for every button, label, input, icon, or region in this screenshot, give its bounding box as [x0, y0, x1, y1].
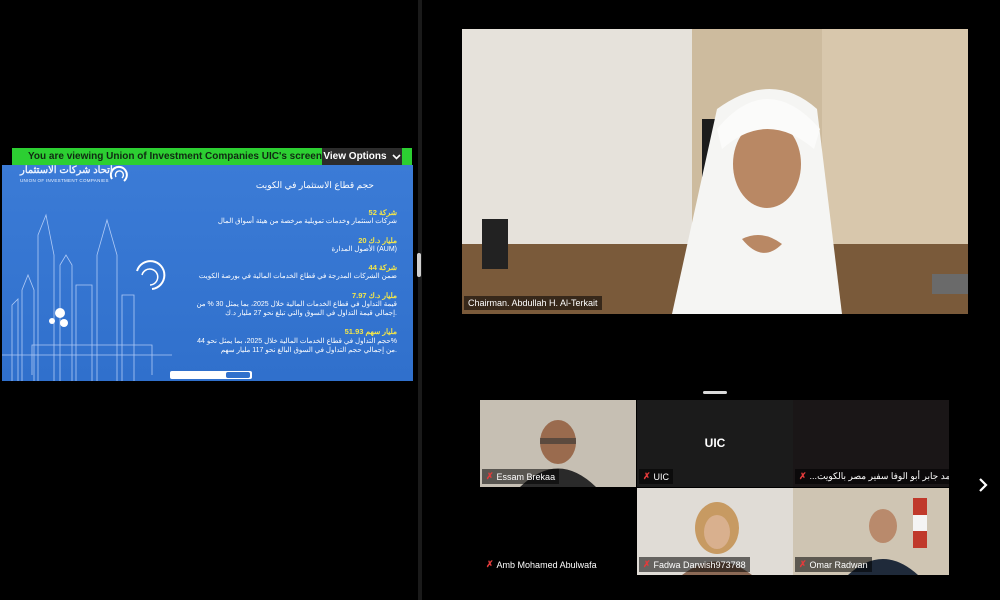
- participant-name-tag: ✗ Essam Brekaa: [482, 469, 560, 484]
- mic-muted-icon: ✗: [486, 471, 494, 481]
- next-page-button[interactable]: [978, 478, 988, 497]
- logo-arabic: اتحاد شركات الاستثمار: [20, 165, 113, 176]
- speaker-video-frame: [462, 29, 968, 314]
- logo-english: UNION OF INVESTMENT COMPANIES: [20, 178, 109, 183]
- participant-name-tag: ✗ Amb Mohamed Abulwafa: [482, 557, 601, 572]
- presentation-slide: اتحاد شركات الاستثمار UNION OF INVESTMEN…: [2, 165, 413, 381]
- stat-headline: 20 مليار د.ك: [358, 236, 397, 245]
- stat-headline: 52 شركة: [368, 208, 397, 217]
- participant-tile[interactable]: ✗ Fadwa Darwish973788: [637, 488, 793, 575]
- participant-tile[interactable]: ✗ Amb Mohamed Abulwafa: [480, 488, 636, 575]
- stat-headline: 51.93 مليار سهم: [344, 327, 397, 336]
- participant-name-tag: ✗ ...ير محمد جابر أبو الوفا سفير مصر بال…: [795, 469, 949, 484]
- active-speaker-video[interactable]: Chairman. Abdullah H. Al-Terkait: [462, 29, 968, 314]
- participant-name-tag: ✗ UIC: [639, 469, 674, 484]
- mic-muted-icon: ✗: [799, 471, 807, 481]
- stat-body: الأصول المدارة (AUM): [331, 246, 398, 253]
- kuwait-skyline-illustration: [2, 213, 172, 381]
- slide-toolbar-pill[interactable]: [170, 371, 252, 379]
- participant-name-tag: ✗ Omar Radwan: [795, 557, 872, 572]
- participant-name: Essam Brekaa: [496, 471, 556, 482]
- gallery-drag-handle[interactable]: [703, 391, 727, 394]
- view-options-label: View Options: [323, 151, 387, 162]
- participant-name: Omar Radwan: [809, 559, 868, 570]
- mic-muted-icon: ✗: [643, 559, 651, 569]
- mic-muted-icon: ✗: [643, 471, 651, 481]
- participant-tile[interactable]: ✗ Essam Brekaa: [480, 400, 636, 487]
- participant-initials: UIC: [704, 436, 726, 450]
- participant-name: Fadwa Darwish973788: [653, 559, 746, 570]
- stat-headline: 44 شركة: [368, 263, 397, 272]
- participant-name-tag: ✗ Fadwa Darwish973788: [639, 557, 750, 572]
- stat-body: إجمالي قيمة التداول في السوق والتي تبلغ …: [225, 310, 397, 317]
- stat-body: ضمن الشركات المدرجة في قطاع الخدمات الما…: [198, 273, 397, 280]
- stat-headline: 7.97 مليار د.ك: [351, 291, 397, 300]
- view-options-button[interactable]: View Options: [322, 148, 402, 165]
- participant-tile[interactable]: UIC ✗ UIC: [637, 400, 793, 487]
- participant-name: Amb Mohamed Abulwafa: [496, 559, 597, 570]
- speaker-name: Chairman. Abdullah H. Al-Terkait: [468, 298, 598, 308]
- participant-tile[interactable]: ✗ Omar Radwan: [793, 488, 949, 575]
- participant-tile[interactable]: ✗ ...ير محمد جابر أبو الوفا سفير مصر بال…: [793, 400, 949, 487]
- divider-drag-handle[interactable]: [417, 253, 421, 277]
- pane-divider[interactable]: [418, 0, 422, 600]
- chevron-down-icon: [392, 153, 401, 160]
- stat-body: حجم التداول في قطاع الخدمات المالية خلال…: [197, 338, 397, 345]
- stat-body: شركات استثمار وخدمات تمويلية مرخصة من هي…: [217, 218, 397, 225]
- participant-name: ...ير محمد جابر أبو الوفا سفير مصر بالكو…: [809, 471, 949, 481]
- mic-muted-icon: ✗: [799, 559, 807, 569]
- speaker-name-tag: Chairman. Abdullah H. Al-Terkait: [464, 296, 602, 310]
- stat-body: من إجمالي حجم التداول في السوق البالغ نح…: [220, 347, 397, 354]
- chevron-right-icon: [979, 478, 988, 492]
- viewing-banner-text: You are viewing Union of Investment Comp…: [28, 151, 322, 162]
- stat-body: قيمة التداول في قطاع الخدمات المالية خلا…: [196, 301, 397, 308]
- slide-title: حجم قطاع الاستثمار في الكويت: [255, 180, 374, 190]
- participant-name: UIC: [653, 471, 670, 482]
- mic-muted-icon: ✗: [486, 559, 494, 569]
